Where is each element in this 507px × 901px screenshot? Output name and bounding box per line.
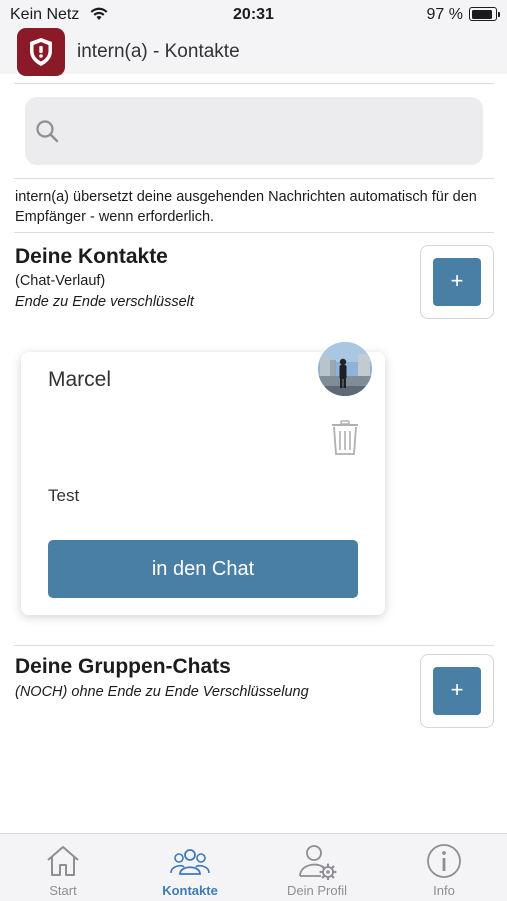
tab-info-label: Info [433,883,455,898]
tab-bar: Start Kontakte Dein Profil Info [0,833,507,901]
divider [14,178,494,179]
add-group-button[interactable]: + [433,667,481,715]
translation-info-text: intern(a) übersetzt deine ausgehenden Na… [15,189,477,225]
battery-icon [469,7,500,21]
add-group-frame: + [420,654,494,728]
search-input[interactable] [69,115,473,147]
delete-contact-trash-icon[interactable] [331,420,359,461]
status-bar: Kein Netz 20:31 97 % [0,0,507,30]
contacts-section-title: Deine Kontakte [15,245,168,268]
contacts-subtitle: (Chat-Verlauf) [15,273,106,289]
tab-kontakte-label: Kontakte [162,883,218,898]
tab-kontakte[interactable]: Kontakte [127,834,253,901]
contacts-icon [170,849,210,875]
last-message: Test [48,486,80,505]
divider [14,232,494,233]
groups-section-title: Deine Gruppen-Chats [15,655,231,678]
profile-settings-icon [299,845,337,880]
add-contact-button[interactable]: + [433,258,481,306]
contact-name: Marcel [48,368,112,391]
contact-card: Marcel Test in den Chat [21,342,385,615]
battery-percent: 97 % [426,6,463,23]
shield-icon [30,38,52,66]
home-icon [47,846,79,876]
divider [14,645,494,646]
contacts-encryption-note: Ende zu Ende verschlüsselt [15,294,194,310]
search-bar[interactable] [25,97,483,165]
page-title: intern(a) - Kontakte [77,41,240,62]
info-icon [427,844,461,878]
search-icon [36,120,59,143]
app-logo [17,28,65,76]
groups-encryption-note: (NOCH) ohne Ende zu Ende Verschlüsselung [15,684,309,700]
tab-info[interactable]: Info [381,834,507,901]
tab-start[interactable]: Start [0,834,126,901]
tab-dein-profil-label: Dein Profil [287,883,347,898]
open-chat-button[interactable]: in den Chat [48,540,358,598]
divider [14,83,494,84]
tab-start-label: Start [49,883,77,898]
add-contact-frame: + [420,245,494,319]
avatar[interactable] [318,342,372,396]
tab-dein-profil[interactable]: Dein Profil [254,834,380,901]
